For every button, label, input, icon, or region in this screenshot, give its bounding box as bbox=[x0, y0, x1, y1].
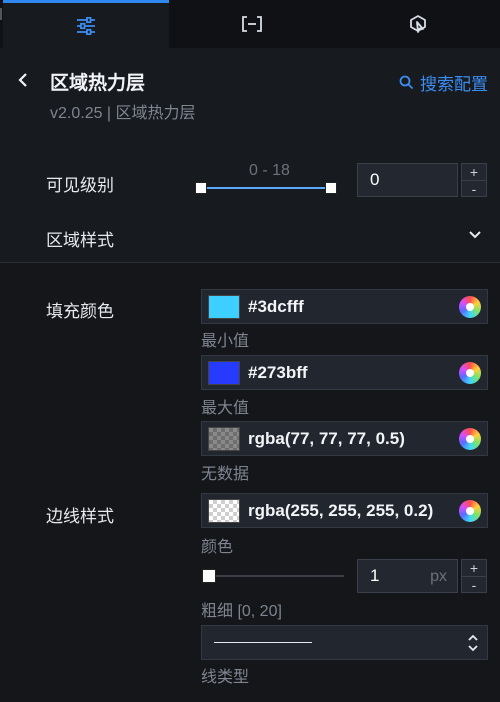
tab-interaction[interactable] bbox=[335, 0, 500, 48]
page-title: 区域热力层 bbox=[50, 73, 146, 94]
select-updown-icon bbox=[468, 634, 478, 652]
color-swatch[interactable] bbox=[208, 427, 240, 451]
color-value: #273bff bbox=[248, 363, 308, 382]
border-width-slider-track[interactable] bbox=[208, 575, 344, 577]
color-swatch[interactable] bbox=[208, 361, 240, 385]
sliders-icon bbox=[77, 16, 95, 35]
fill-color-min-field[interactable]: #3dcfff bbox=[201, 289, 488, 324]
tab-data[interactable] bbox=[169, 0, 335, 48]
version-text: v2.0.25 | 区域热力层 bbox=[50, 105, 196, 122]
visible-level-slider-track[interactable] bbox=[201, 187, 331, 189]
solid-line-preview bbox=[214, 642, 312, 643]
border-style-label: 边线样式 bbox=[46, 507, 114, 526]
unit-label: px bbox=[430, 568, 447, 585]
visible-level-label: 可见级别 bbox=[46, 176, 114, 195]
chevron-down-icon[interactable] bbox=[469, 231, 481, 239]
color-wheel-icon[interactable] bbox=[459, 500, 481, 522]
search-icon bbox=[399, 75, 414, 90]
area-style-label: 区域样式 bbox=[46, 231, 114, 250]
color-value: rgba(255, 255, 255, 0.2) bbox=[248, 501, 434, 520]
color-value: #3dcfff bbox=[248, 297, 304, 316]
color-value: rgba(77, 77, 77, 0.5) bbox=[248, 429, 405, 448]
fill-color-label: 填充颜色 bbox=[46, 302, 114, 321]
visible-level-slider-max-handle[interactable] bbox=[325, 182, 337, 194]
fill-color-nodata-field[interactable]: rgba(77, 77, 77, 0.5) bbox=[201, 421, 488, 456]
line-type-select[interactable] bbox=[201, 625, 488, 660]
min-value-caption: 最小值 bbox=[201, 333, 250, 350]
decrement-button[interactable]: - bbox=[462, 180, 486, 197]
pointer-icon bbox=[409, 15, 426, 33]
fill-color-max-field[interactable]: #273bff bbox=[201, 355, 488, 390]
color-wheel-icon[interactable] bbox=[459, 296, 481, 318]
decrement-button[interactable]: - bbox=[462, 576, 486, 593]
increment-button[interactable]: + bbox=[462, 164, 486, 180]
color-swatch[interactable] bbox=[208, 295, 240, 319]
back-arrow-icon[interactable] bbox=[14, 70, 34, 90]
border-width-stepper: + - bbox=[461, 559, 487, 593]
max-value-caption: 最大值 bbox=[201, 400, 250, 417]
border-width-caption: 粗细 [0, 20] bbox=[201, 603, 282, 620]
visible-level-range: 0 - 18 bbox=[249, 162, 290, 179]
color-wheel-icon[interactable] bbox=[459, 362, 481, 384]
visible-level-slider-min-handle[interactable] bbox=[195, 182, 207, 194]
visible-level-input[interactable]: 0 bbox=[357, 163, 458, 197]
border-width-value: 1 bbox=[370, 566, 380, 585]
color-wheel-icon[interactable] bbox=[459, 428, 481, 450]
tab-style[interactable] bbox=[3, 0, 169, 48]
bracket-icon bbox=[242, 16, 262, 32]
nodata-caption: 无数据 bbox=[201, 466, 250, 483]
search-config-link[interactable]: 搜索配置 bbox=[399, 70, 488, 95]
visible-level-value: 0 bbox=[370, 170, 380, 189]
line-type-caption: 线类型 bbox=[201, 669, 250, 686]
border-width-slider-handle[interactable] bbox=[202, 569, 216, 583]
search-config-label: 搜索配置 bbox=[420, 75, 488, 94]
border-color-field[interactable]: rgba(255, 255, 255, 0.2) bbox=[201, 493, 488, 528]
visible-level-stepper: + - bbox=[461, 163, 487, 197]
increment-button[interactable]: + bbox=[462, 560, 486, 576]
border-width-input[interactable]: 1 px bbox=[357, 559, 458, 593]
panel-tabs bbox=[0, 0, 500, 48]
border-color-caption: 颜色 bbox=[201, 539, 234, 556]
edge-marker bbox=[0, 8, 2, 20]
color-swatch[interactable] bbox=[208, 499, 240, 523]
